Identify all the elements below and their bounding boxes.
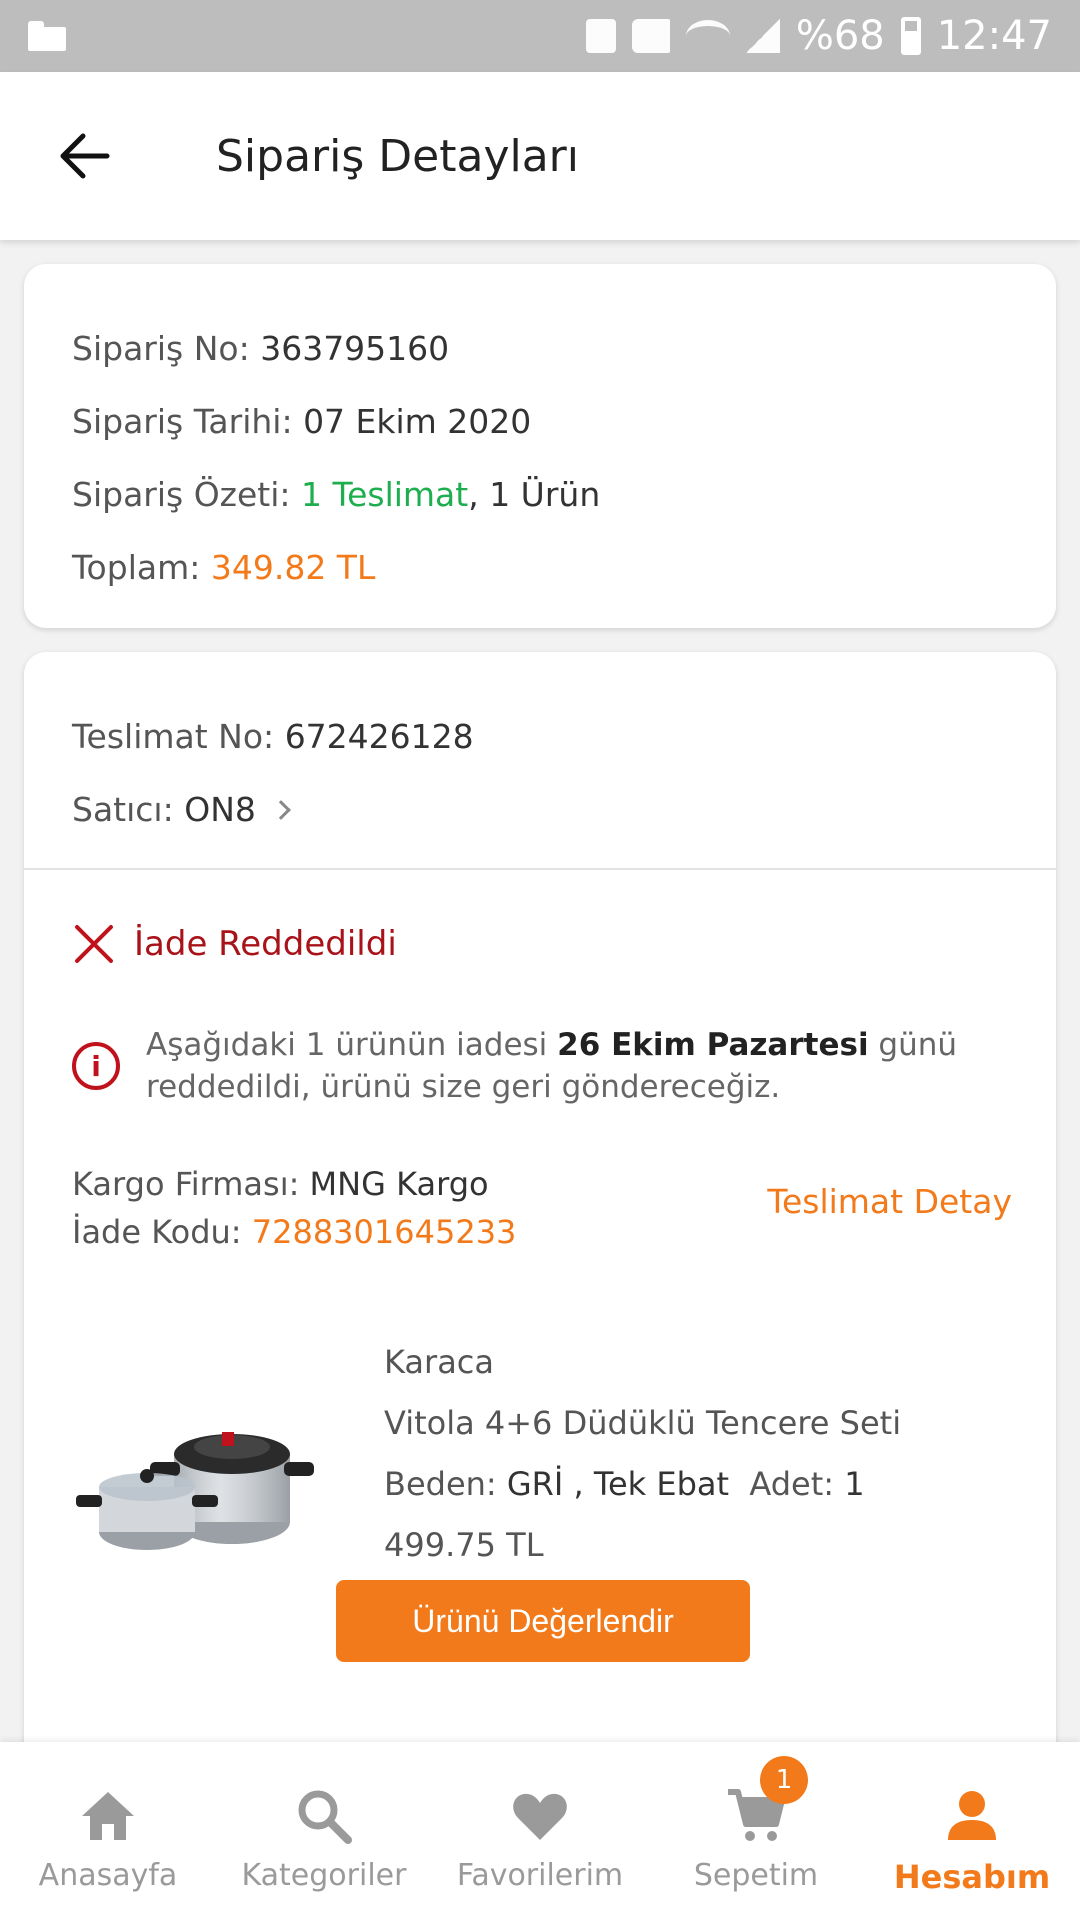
order-summary-row: Sipariş Özeti: 1 Teslimat, 1 Ürün xyxy=(72,458,1008,531)
variant-value: GRİ , Tek Ebat xyxy=(506,1465,730,1503)
return-info-message: i Aşağıdaki 1 ürünün iadesi 26 Ekim Paza… xyxy=(72,1024,972,1108)
page-title: Sipariş Detayları xyxy=(216,130,579,182)
order-date-value: 07 Ekim 2020 xyxy=(303,402,532,441)
nav-item-account[interactable]: Hesabım xyxy=(864,1742,1080,1920)
status-bar: %68 12:47 xyxy=(0,0,1080,72)
cargo-info: Kargo Firması: MNG Kargo İade Kodu: 7288… xyxy=(72,1160,1012,1256)
nav-item-home[interactable]: Anasayfa xyxy=(0,1742,216,1920)
order-date-row: Sipariş Tarihi: 07 Ekim 2020 xyxy=(72,385,1008,458)
product-price: 499.75 TL xyxy=(384,1526,544,1564)
nav-label-account: Hesabım xyxy=(893,1858,1051,1896)
search-icon xyxy=(298,1790,352,1844)
close-icon xyxy=(72,922,116,966)
return-code-label: İade Kodu: xyxy=(72,1213,242,1251)
info-icon: i xyxy=(72,1042,120,1090)
cargo-company-label: Kargo Firması: xyxy=(72,1165,300,1203)
nav-label-cart: Sepetim xyxy=(693,1858,819,1893)
return-status: İade Reddedildi xyxy=(72,922,397,966)
folder-icon xyxy=(28,21,66,51)
delivery-card: Teslimat No: 672426128 Satıcı: ON8 İade … xyxy=(24,652,1056,1920)
arrow-left-icon xyxy=(60,133,110,179)
return-info-text: Aşağıdaki 1 ürünün iadesi 26 Ekim Pazart… xyxy=(146,1024,972,1108)
quantity-label: Adet: xyxy=(749,1465,835,1503)
product-name: Vitola 4+6 Düdüklü Tencere Seti xyxy=(384,1404,902,1442)
info-text-pre: Aşağıdaki 1 ürünün iadesi xyxy=(146,1027,558,1063)
battery-percent: %68 xyxy=(795,13,885,59)
delivery-detail-link[interactable]: Teslimat Detay xyxy=(767,1182,1012,1221)
quantity-value: 1 xyxy=(844,1465,865,1503)
order-total-value: 349.82 TL xyxy=(210,548,376,587)
wifi-icon xyxy=(685,20,730,52)
signal-icon xyxy=(745,19,780,53)
info-text-date: 26 Ekim Pazartesi xyxy=(557,1027,869,1063)
delivery-number-value: 672426128 xyxy=(284,717,474,756)
nav-label-favorites: Favorilerim xyxy=(456,1858,624,1893)
return-code-value[interactable]: 7288301645233 xyxy=(252,1213,517,1251)
order-number-row: Sipariş No: 363795160 xyxy=(72,312,1008,385)
nav-item-cart[interactable]: 1 Sepetim xyxy=(648,1742,864,1920)
home-icon xyxy=(82,1792,134,1840)
cargo-company-value: MNG Kargo xyxy=(309,1165,489,1203)
seller-value: ON8 xyxy=(184,790,256,829)
chevron-right-icon xyxy=(270,799,291,820)
battery-icon xyxy=(900,17,921,55)
nav-item-categories[interactable]: Kategoriler xyxy=(216,1742,432,1920)
order-summary-label: Sipariş Özeti: xyxy=(72,475,291,514)
order-total-row: Toplam: 349.82 TL xyxy=(72,531,1008,604)
nav-label-home: Anasayfa xyxy=(38,1858,178,1893)
nav-item-favorites[interactable]: Favorilerim xyxy=(432,1742,648,1920)
product-image xyxy=(76,1432,314,1550)
storage-icon xyxy=(585,19,616,53)
product-brand: Karaca xyxy=(384,1343,494,1381)
delivery-number-label: Teslimat No: xyxy=(72,717,275,756)
app-bar: Sipariş Detayları xyxy=(0,72,1080,240)
order-number-value: 363795160 xyxy=(260,329,450,368)
delivery-number-row: Teslimat No: 672426128 xyxy=(72,700,1008,773)
heart-icon xyxy=(513,1793,567,1840)
bottom-navigation: Anasayfa Kategoriler Favorilerim 1 Sepet… xyxy=(0,1742,1080,1920)
review-product-button[interactable]: Ürünü Değerlendir xyxy=(336,1580,750,1662)
seller-label: Satıcı: xyxy=(72,790,174,829)
cart-badge: 1 xyxy=(760,1756,808,1804)
order-number-label: Sipariş No: xyxy=(72,329,250,368)
order-total-label: Toplam: xyxy=(72,548,201,587)
order-summary-card: Sipariş No: 363795160 Sipariş Tarihi: 07… xyxy=(24,264,1056,628)
seller-link[interactable]: Satıcı: ON8 xyxy=(72,773,1008,846)
back-button[interactable] xyxy=(24,96,144,216)
product-info: Karaca Vitola 4+6 Düdüklü Tencere Seti B… xyxy=(384,1332,901,1576)
variant-label: Beden: xyxy=(384,1465,497,1503)
nav-label-categories: Kategoriler xyxy=(241,1858,407,1893)
return-status-text: İade Reddedildi xyxy=(134,924,397,964)
summary-deliveries[interactable]: 1 Teslimat xyxy=(301,475,468,514)
mute-icon xyxy=(631,19,670,53)
delivery-header: Teslimat No: 672426128 Satıcı: ON8 xyxy=(24,652,1056,870)
clock: 12:47 xyxy=(936,13,1052,59)
order-date-label: Sipariş Tarihi: xyxy=(72,402,293,441)
person-icon xyxy=(948,1791,996,1840)
product-variant-row: Beden: GRİ , Tek Ebat Adet: 1 xyxy=(384,1454,901,1515)
summary-items: , 1 Ürün xyxy=(468,475,601,514)
